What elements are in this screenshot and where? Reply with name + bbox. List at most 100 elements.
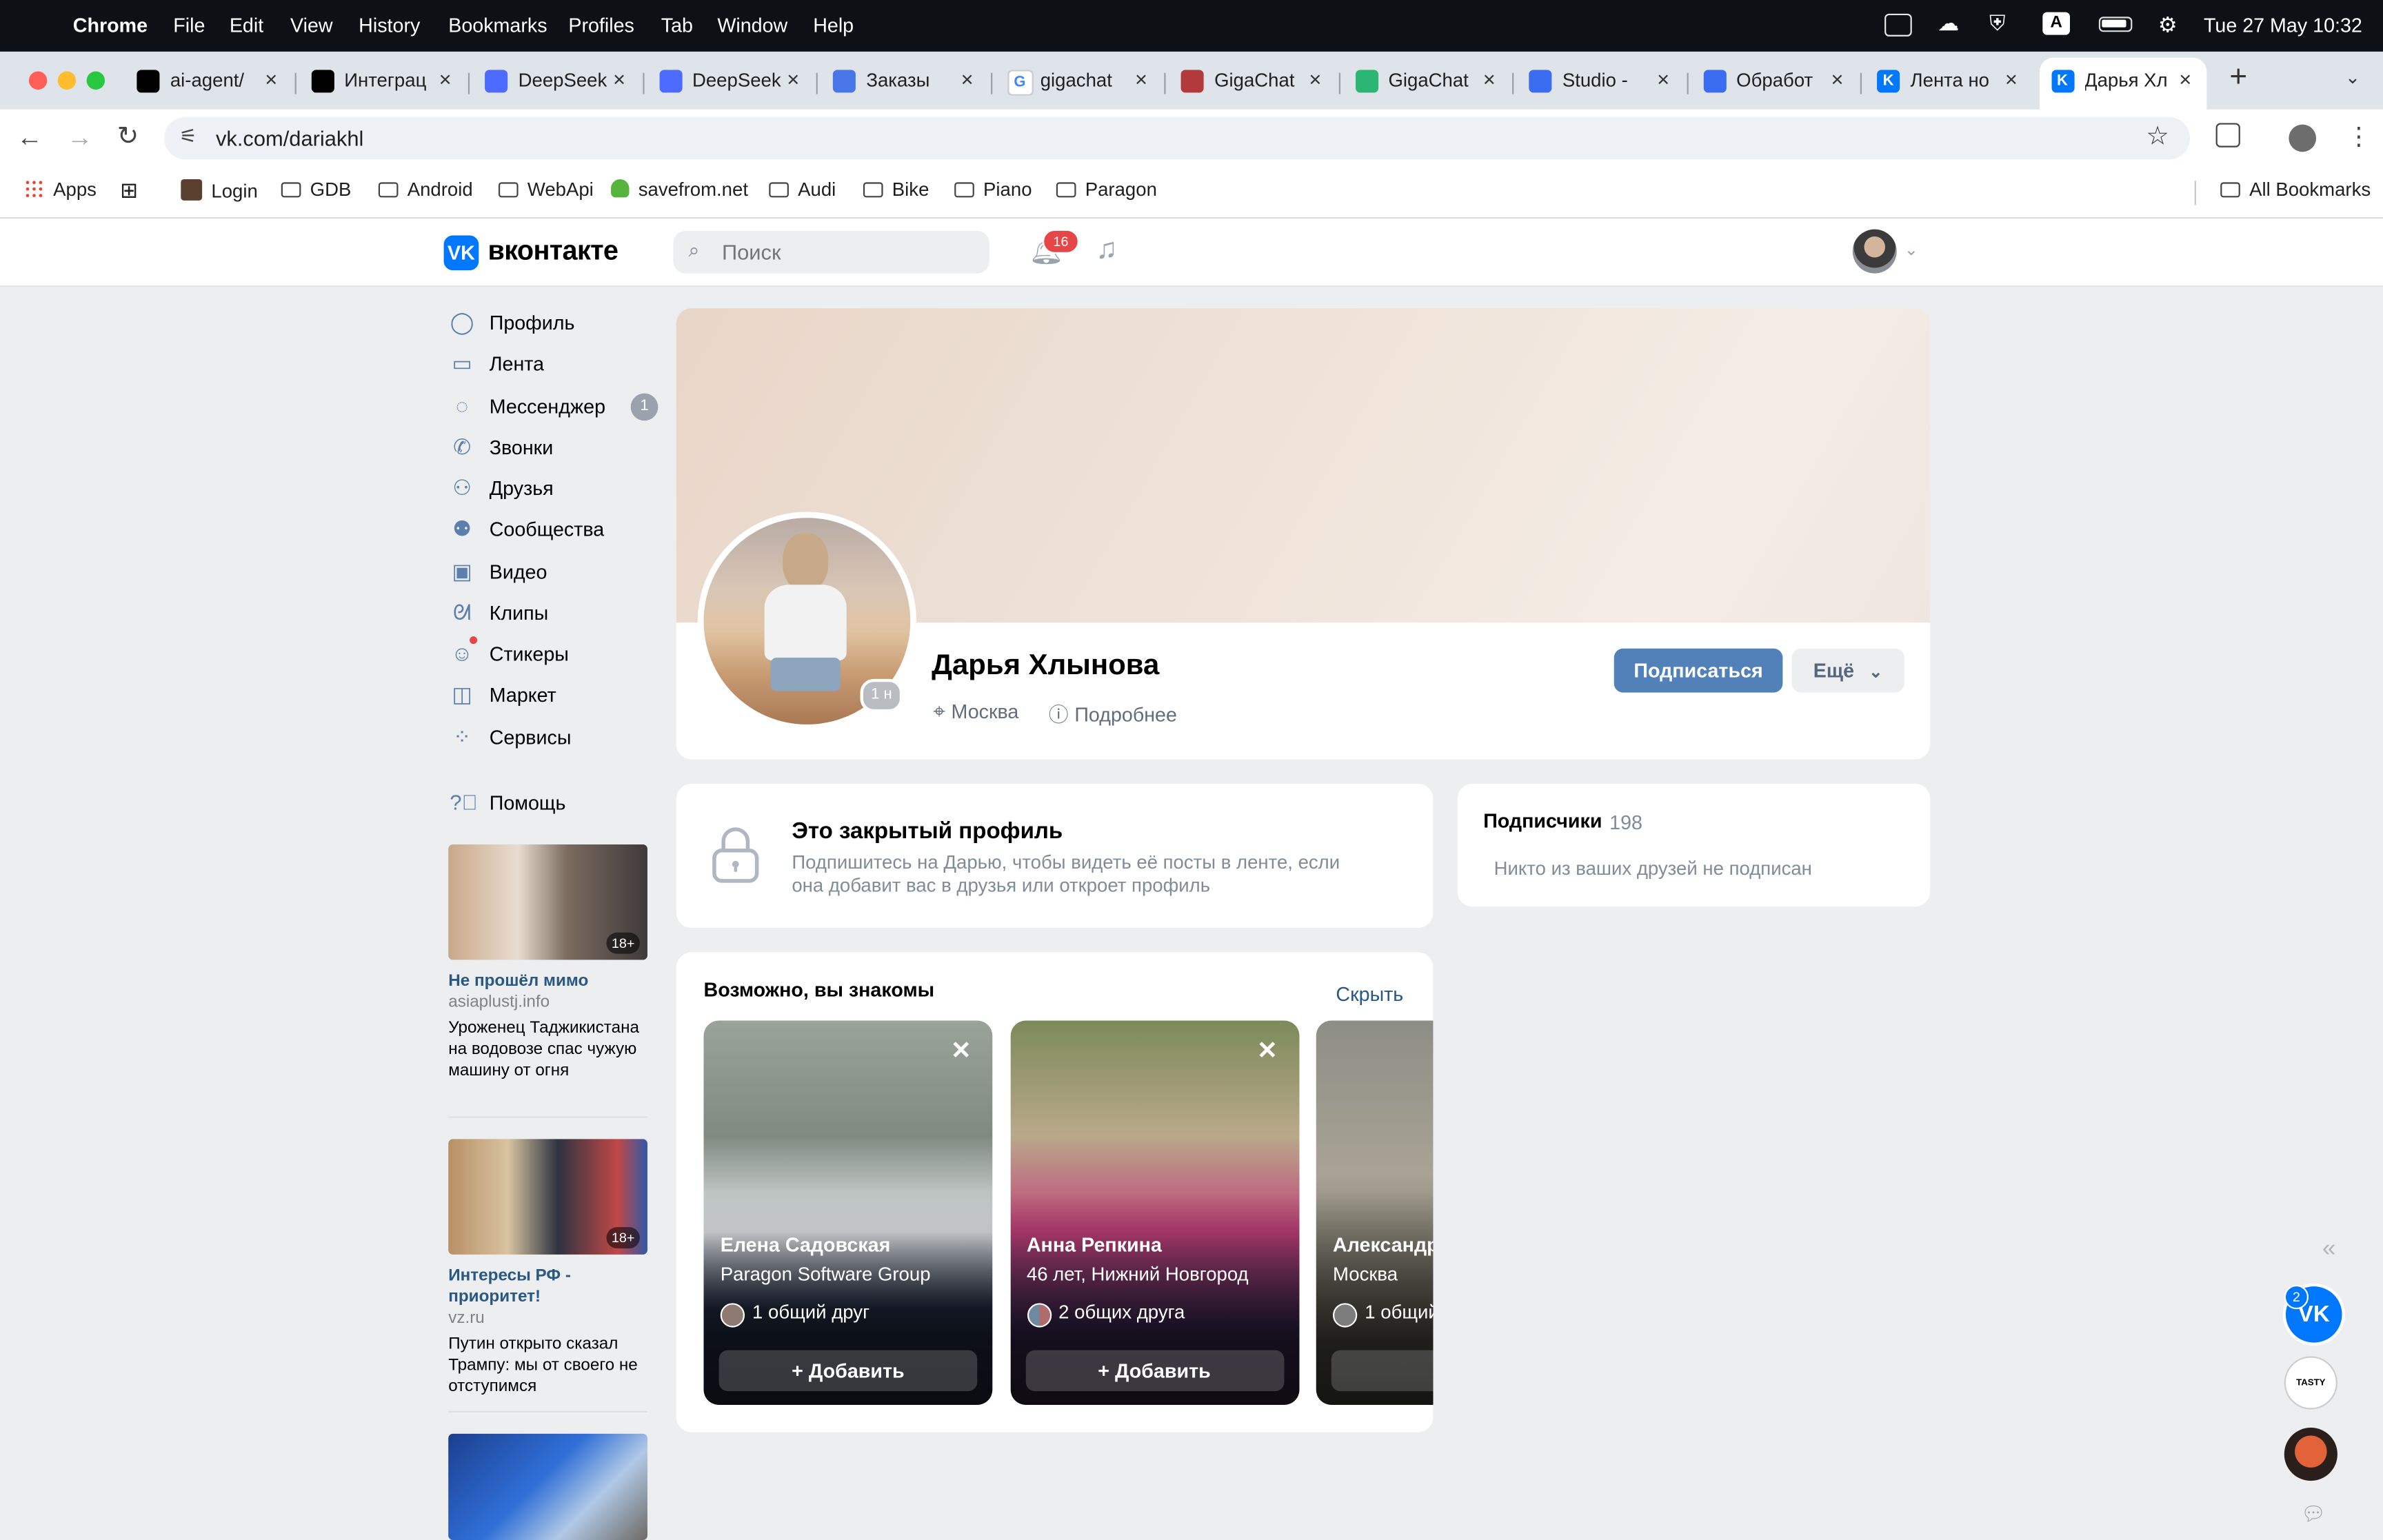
chevron-down-icon[interactable]: ⌄ xyxy=(1904,240,1918,259)
vpn-icon[interactable]: ⛨ xyxy=(1989,10,2005,36)
tab[interactable]: Studio - × xyxy=(1517,58,1685,107)
add-friend-label: Добавить xyxy=(808,1359,905,1382)
followers-title[interactable]: Подписчики xyxy=(1483,809,1602,832)
ad-domain[interactable]: vz.ru xyxy=(448,1309,485,1327)
mutual-friends-text[interactable]: 1 общий друг xyxy=(752,1301,869,1323)
ad-image[interactable]: 18+ xyxy=(448,1139,647,1255)
close-tab-icon[interactable]: × xyxy=(439,67,452,91)
mascot-app-icon[interactable] xyxy=(2284,1428,2337,1481)
person-name[interactable]: Анна Репкина xyxy=(1027,1233,1162,1256)
tab-separator xyxy=(642,72,644,94)
menu-datetime[interactable]: Tue 27 May 10:32 xyxy=(2204,14,2362,37)
bookmark-star-icon[interactable]: ☆ xyxy=(2146,121,2169,152)
ad-image[interactable]: 18+ xyxy=(448,844,647,960)
vk-brand-name[interactable]: вконтакте xyxy=(488,235,619,267)
chrome-menu-icon[interactable]: ⋮ xyxy=(2346,121,2371,152)
tab-active[interactable]: K Дарья Хл × xyxy=(2038,57,2207,110)
bookmark-apps[interactable]: Apps xyxy=(24,179,97,201)
screen-icon[interactable] xyxy=(1884,13,1912,37)
subscribe-button[interactable]: Подписаться xyxy=(1613,648,1783,693)
close-tab-icon[interactable]: × xyxy=(1483,67,1496,91)
person-name[interactable]: Елена Садовская xyxy=(721,1233,891,1256)
ad-image[interactable] xyxy=(448,1433,647,1540)
ad-age-badge: 18+ xyxy=(606,1227,640,1249)
ad-text[interactable]: Путин открыто сказал Трампу: мы от своег… xyxy=(448,1333,646,1397)
menu-profiles[interactable]: Profiles xyxy=(568,14,634,37)
new-tab-button[interactable]: + xyxy=(2229,61,2247,96)
user-avatar[interactable] xyxy=(1852,229,1897,274)
tasty-coffee-icon[interactable]: TASTY xyxy=(2284,1356,2337,1410)
menu-bookmarks[interactable]: Bookmarks xyxy=(448,14,547,37)
person-subtitle: 46 лет, Нижний Новгород xyxy=(1026,1264,1249,1285)
back-arrow-icon[interactable]: ← xyxy=(17,123,42,153)
tab[interactable]: Обработ × xyxy=(1691,58,1859,107)
ad-text[interactable]: Уроженец Таджикистана на водовозе спас ч… xyxy=(448,1017,646,1082)
menu-file[interactable]: File xyxy=(173,14,205,37)
menu-app-name[interactable]: Chrome xyxy=(73,14,148,37)
mutual-friends-text[interactable]: 2 общих друга xyxy=(1058,1301,1185,1323)
bookmarks-divider xyxy=(2194,181,2196,205)
close-tab-icon[interactable]: × xyxy=(2005,67,2018,91)
dismiss-icon[interactable]: ✕ xyxy=(1257,1036,1278,1066)
ad-domain[interactable]: asiaplustj.info xyxy=(448,993,550,1011)
vk-logo-icon[interactable]: VK xyxy=(443,235,479,271)
extensions-icon[interactable] xyxy=(2215,123,2240,148)
reload-icon[interactable]: ↻ xyxy=(117,121,139,152)
tab[interactable]: DeepSeek × xyxy=(472,58,641,107)
add-friend-button[interactable]: + Добавить xyxy=(718,1350,978,1392)
close-tab-icon[interactable]: × xyxy=(2179,67,2191,91)
collapse-icon[interactable]: « xyxy=(2322,1236,2336,1264)
close-tab-icon[interactable]: × xyxy=(1657,67,1669,91)
feed-icon: ▭ xyxy=(452,351,472,376)
add-friend-label: Добавить xyxy=(1114,1359,1211,1382)
tab-title: Studio - xyxy=(1562,70,1628,92)
url-text[interactable]: vk.com/dariakhl xyxy=(216,126,363,150)
mutual-friend-avatar xyxy=(720,1303,745,1328)
window-zoom-button[interactable] xyxy=(86,71,105,90)
friends-icon: ⚇ xyxy=(452,475,472,500)
nav-label: Видео xyxy=(489,559,547,582)
ad-title[interactable]: Интересы РФ - приоритет! xyxy=(448,1265,649,1308)
plus-icon: + xyxy=(1098,1359,1115,1382)
tab-search-icon[interactable]: ⌄ xyxy=(2345,67,2360,88)
profile-avatar-icon[interactable] xyxy=(2289,124,2317,152)
stickers-new-dot xyxy=(470,636,478,645)
close-tab-icon[interactable]: × xyxy=(1831,67,1844,91)
bookmark-android[interactable]: Android xyxy=(378,179,473,201)
battery-icon[interactable] xyxy=(2098,17,2133,32)
tab[interactable]: ai-agent/ × xyxy=(125,58,293,107)
tab[interactable]: Интеграц × xyxy=(299,58,467,107)
site-settings-icon[interactable]: ⚟ xyxy=(179,125,197,149)
cloud-upload-icon[interactable]: ☁ xyxy=(1938,10,1959,36)
person-card[interactable]: Елена Садовская Paragon Software Group 1 о… xyxy=(703,1020,993,1405)
bookmark-webapi[interactable]: WebApi xyxy=(498,179,594,201)
add-friend-button[interactable]: + Д xyxy=(1331,1350,1434,1392)
tab-groups-icon[interactable]: ⊞ xyxy=(120,178,138,203)
close-tab-icon[interactable]: × xyxy=(265,67,277,91)
close-tab-icon[interactable]: × xyxy=(613,67,625,91)
window-minimize-button[interactable] xyxy=(57,71,77,90)
menu-view[interactable]: View xyxy=(290,14,333,37)
chat-icon[interactable]: 💬︎ xyxy=(2301,1502,2326,1526)
mutual-friends-text[interactable]: 1 общий xyxy=(1365,1301,1433,1323)
person-card[interactable]: Александр Москва 1 общий + Д xyxy=(1316,1020,1434,1405)
menu-history[interactable]: History xyxy=(359,14,420,37)
tab-title: Дарья Хл xyxy=(2084,70,2168,92)
bookmark-gdb[interactable]: GDB xyxy=(281,179,351,201)
person-name[interactable]: Александр xyxy=(1333,1233,1433,1256)
menu-edit[interactable]: Edit xyxy=(230,14,263,37)
divider xyxy=(448,1116,647,1118)
ad-title[interactable]: Не прошёл мимо xyxy=(448,971,649,992)
all-bookmarks[interactable]: All Bookmarks xyxy=(2220,179,2371,201)
window-close-button[interactable] xyxy=(28,71,48,90)
add-friend-button[interactable]: + Добавить xyxy=(1025,1350,1284,1392)
dismiss-icon[interactable]: ✕ xyxy=(951,1036,972,1066)
bookmark-login[interactable]: Login xyxy=(181,179,258,202)
forward-arrow-icon[interactable]: → xyxy=(67,123,92,153)
pymk-carousel: Елена Садовская Paragon Software Group 1 о… xyxy=(676,0,1434,1540)
tab[interactable]: K Лента но × xyxy=(1864,58,2033,107)
person-card[interactable]: Анна Репкина 46 лет, Нижний Новгород 2 общ… xyxy=(1009,1020,1299,1405)
control-center-icon[interactable]: ⚙ xyxy=(2158,12,2178,38)
more-button[interactable]: Ещё ⌄ xyxy=(1791,648,1904,693)
input-source-indicator[interactable]: A xyxy=(2042,12,2070,35)
